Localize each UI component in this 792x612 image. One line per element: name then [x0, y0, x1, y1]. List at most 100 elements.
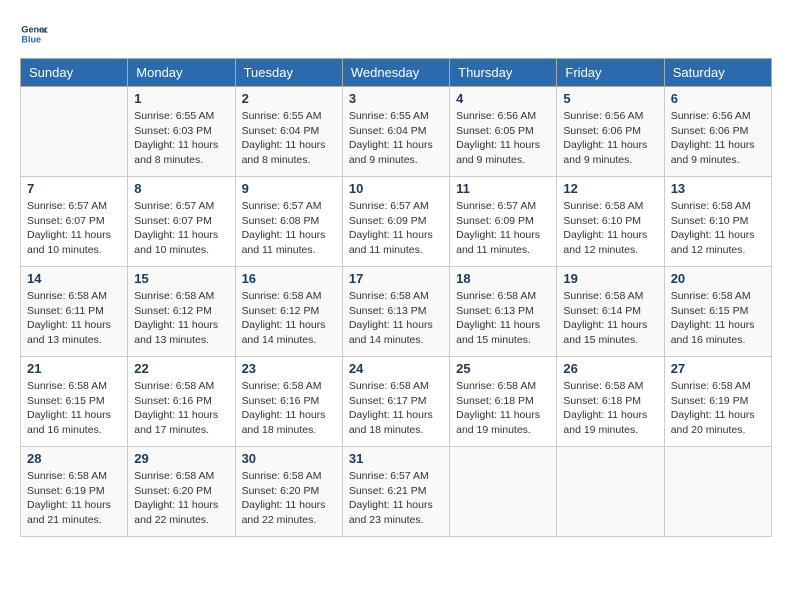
calendar-day-20: 20 Sunrise: 6:58 AM Sunset: 6:15 PM Dayli… — [664, 267, 771, 357]
day-number: 24 — [349, 361, 443, 376]
calendar-day-3: 3 Sunrise: 6:55 AM Sunset: 6:04 PM Daylig… — [342, 87, 449, 177]
day-info: Sunrise: 6:55 AM Sunset: 6:04 PM Dayligh… — [242, 109, 336, 168]
calendar-day-30: 30Sunrise: 6:58 AM Sunset: 6:20 PM Dayli… — [235, 447, 342, 537]
day-number: 16 — [242, 271, 336, 286]
calendar-empty-cell — [21, 87, 128, 177]
day-number: 23 — [242, 361, 336, 376]
day-info: Sunrise: 6:57 AM Sunset: 6:09 PM Dayligh… — [456, 199, 550, 258]
day-info: Sunrise: 6:57 AM Sunset: 6:07 PM Dayligh… — [27, 199, 121, 258]
day-info: Sunrise: 6:55 AM Sunset: 6:03 PM Dayligh… — [134, 109, 228, 168]
weekday-header-thursday: Thursday — [450, 59, 557, 87]
calendar-week-row: 14Sunrise: 6:58 AM Sunset: 6:11 PM Dayli… — [21, 267, 772, 357]
calendar-day-14: 14Sunrise: 6:58 AM Sunset: 6:11 PM Dayli… — [21, 267, 128, 357]
calendar-header-row: SundayMondayTuesdayWednesdayThursdayFrid… — [21, 59, 772, 87]
day-number: 29 — [134, 451, 228, 466]
calendar-day-31: 31 Sunrise: 6:57 AM Sunset: 6:21 PM Dayli… — [342, 447, 449, 537]
svg-text:Blue: Blue — [21, 34, 41, 44]
day-number: 18 — [456, 271, 550, 286]
day-number: 10 — [349, 181, 443, 196]
day-number: 19 — [563, 271, 657, 286]
day-info: Sunrise: 6:57 AM Sunset: 6:09 PM Dayligh… — [349, 199, 443, 258]
calendar-day-28: 28 Sunrise: 6:58 AM Sunset: 6:19 PM Dayli… — [21, 447, 128, 537]
calendar-table: SundayMondayTuesdayWednesdayThursdayFrid… — [20, 58, 772, 537]
day-info: Sunrise: 6:58 AM Sunset: 6:18 PM Dayligh… — [563, 379, 657, 438]
calendar-day-6: 6 Sunrise: 6:56 AM Sunset: 6:06 PM Daylig… — [664, 87, 771, 177]
day-info: Sunrise: 6:58 AM Sunset: 6:15 PM Dayligh… — [671, 289, 765, 348]
day-info: Sunrise: 6:58 AM Sunset: 6:12 PM Dayligh… — [242, 289, 336, 348]
weekday-header-monday: Monday — [128, 59, 235, 87]
page-header: General Blue — [20, 20, 772, 48]
day-info: Sunrise: 6:55 AM Sunset: 6:04 PM Dayligh… — [349, 109, 443, 168]
calendar-day-8: 8 Sunrise: 6:57 AM Sunset: 6:07 PM Daylig… — [128, 177, 235, 267]
calendar-empty-cell — [557, 447, 664, 537]
calendar-day-26: 26 Sunrise: 6:58 AM Sunset: 6:18 PM Dayli… — [557, 357, 664, 447]
calendar-day-15: 15 Sunrise: 6:58 AM Sunset: 6:12 PM Dayli… — [128, 267, 235, 357]
day-info: Sunrise: 6:58 AM Sunset: 6:20 PM Dayligh… — [242, 469, 336, 528]
calendar-empty-cell — [450, 447, 557, 537]
calendar-day-9: 9Sunrise: 6:57 AM Sunset: 6:08 PM Daylig… — [235, 177, 342, 267]
day-info: Sunrise: 6:56 AM Sunset: 6:06 PM Dayligh… — [671, 109, 765, 168]
calendar-day-17: 17Sunrise: 6:58 AM Sunset: 6:13 PM Dayli… — [342, 267, 449, 357]
day-number: 12 — [563, 181, 657, 196]
calendar-day-24: 24 Sunrise: 6:58 AM Sunset: 6:17 PM Dayli… — [342, 357, 449, 447]
calendar-day-5: 5 Sunrise: 6:56 AM Sunset: 6:06 PM Daylig… — [557, 87, 664, 177]
day-number: 28 — [27, 451, 121, 466]
day-info: Sunrise: 6:58 AM Sunset: 6:15 PM Dayligh… — [27, 379, 121, 438]
day-info: Sunrise: 6:58 AM Sunset: 6:10 PM Dayligh… — [563, 199, 657, 258]
day-info: Sunrise: 6:58 AM Sunset: 6:13 PM Dayligh… — [349, 289, 443, 348]
calendar-day-23: 23 Sunrise: 6:58 AM Sunset: 6:16 PM Dayli… — [235, 357, 342, 447]
day-number: 27 — [671, 361, 765, 376]
calendar-week-row: 1 Sunrise: 6:55 AM Sunset: 6:03 PM Daylig… — [21, 87, 772, 177]
day-info: Sunrise: 6:58 AM Sunset: 6:19 PM Dayligh… — [671, 379, 765, 438]
day-number: 15 — [134, 271, 228, 286]
day-info: Sunrise: 6:58 AM Sunset: 6:12 PM Dayligh… — [134, 289, 228, 348]
calendar-week-row: 7Sunrise: 6:57 AM Sunset: 6:07 PM Daylig… — [21, 177, 772, 267]
day-info: Sunrise: 6:58 AM Sunset: 6:14 PM Dayligh… — [563, 289, 657, 348]
calendar-day-13: 13 Sunrise: 6:58 AM Sunset: 6:10 PM Dayli… — [664, 177, 771, 267]
day-number: 6 — [671, 91, 765, 106]
calendar-day-4: 4 Sunrise: 6:56 AM Sunset: 6:05 PM Daylig… — [450, 87, 557, 177]
day-info: Sunrise: 6:58 AM Sunset: 6:17 PM Dayligh… — [349, 379, 443, 438]
weekday-header-sunday: Sunday — [21, 59, 128, 87]
day-number: 20 — [671, 271, 765, 286]
day-number: 14 — [27, 271, 121, 286]
calendar-day-2: 2Sunrise: 6:55 AM Sunset: 6:04 PM Daylig… — [235, 87, 342, 177]
day-info: Sunrise: 6:58 AM Sunset: 6:16 PM Dayligh… — [242, 379, 336, 438]
calendar-day-25: 25Sunrise: 6:58 AM Sunset: 6:18 PM Dayli… — [450, 357, 557, 447]
calendar-day-1: 1 Sunrise: 6:55 AM Sunset: 6:03 PM Daylig… — [128, 87, 235, 177]
weekday-header-friday: Friday — [557, 59, 664, 87]
logo-icon: General Blue — [20, 20, 48, 48]
calendar-week-row: 28 Sunrise: 6:58 AM Sunset: 6:19 PM Dayli… — [21, 447, 772, 537]
calendar-day-16: 16 Sunrise: 6:58 AM Sunset: 6:12 PM Dayli… — [235, 267, 342, 357]
day-number: 1 — [134, 91, 228, 106]
day-info: Sunrise: 6:58 AM Sunset: 6:13 PM Dayligh… — [456, 289, 550, 348]
day-number: 11 — [456, 181, 550, 196]
day-info: Sunrise: 6:57 AM Sunset: 6:21 PM Dayligh… — [349, 469, 443, 528]
calendar-day-22: 22 Sunrise: 6:58 AM Sunset: 6:16 PM Dayli… — [128, 357, 235, 447]
calendar-day-12: 12 Sunrise: 6:58 AM Sunset: 6:10 PM Dayli… — [557, 177, 664, 267]
day-info: Sunrise: 6:56 AM Sunset: 6:06 PM Dayligh… — [563, 109, 657, 168]
day-number: 13 — [671, 181, 765, 196]
calendar-day-7: 7Sunrise: 6:57 AM Sunset: 6:07 PM Daylig… — [21, 177, 128, 267]
day-info: Sunrise: 6:57 AM Sunset: 6:07 PM Dayligh… — [134, 199, 228, 258]
day-number: 5 — [563, 91, 657, 106]
day-number: 3 — [349, 91, 443, 106]
day-number: 26 — [563, 361, 657, 376]
calendar-day-29: 29Sunrise: 6:58 AM Sunset: 6:20 PM Dayli… — [128, 447, 235, 537]
day-info: Sunrise: 6:58 AM Sunset: 6:19 PM Dayligh… — [27, 469, 121, 528]
weekday-header-tuesday: Tuesday — [235, 59, 342, 87]
day-info: Sunrise: 6:58 AM Sunset: 6:10 PM Dayligh… — [671, 199, 765, 258]
weekday-header-wednesday: Wednesday — [342, 59, 449, 87]
day-number: 22 — [134, 361, 228, 376]
weekday-header-saturday: Saturday — [664, 59, 771, 87]
calendar-week-row: 21Sunrise: 6:58 AM Sunset: 6:15 PM Dayli… — [21, 357, 772, 447]
day-info: Sunrise: 6:58 AM Sunset: 6:16 PM Dayligh… — [134, 379, 228, 438]
day-number: 31 — [349, 451, 443, 466]
logo: General Blue — [20, 20, 52, 48]
day-info: Sunrise: 6:58 AM Sunset: 6:18 PM Dayligh… — [456, 379, 550, 438]
day-number: 4 — [456, 91, 550, 106]
day-info: Sunrise: 6:56 AM Sunset: 6:05 PM Dayligh… — [456, 109, 550, 168]
day-info: Sunrise: 6:57 AM Sunset: 6:08 PM Dayligh… — [242, 199, 336, 258]
calendar-day-10: 10 Sunrise: 6:57 AM Sunset: 6:09 PM Dayli… — [342, 177, 449, 267]
day-number: 8 — [134, 181, 228, 196]
